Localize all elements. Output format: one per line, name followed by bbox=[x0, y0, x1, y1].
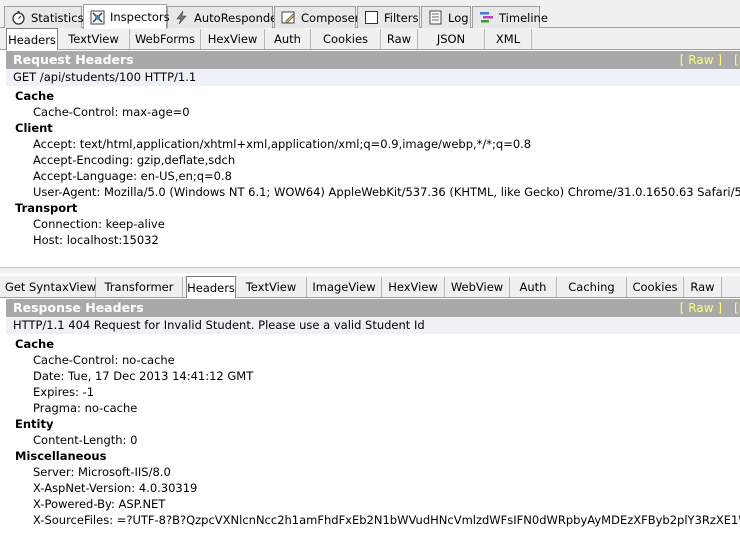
tab-statistics[interactable]: Statistics bbox=[4, 6, 84, 28]
tab-timeline-label: Timeline bbox=[499, 10, 548, 25]
request-inspector-tabs: Headers TextView WebForms HexView Auth C… bbox=[0, 28, 740, 50]
tab-log[interactable]: Log bbox=[421, 6, 471, 28]
response-tab-textview[interactable]: TextView bbox=[236, 277, 307, 297]
header-group[interactable]: Cache bbox=[6, 88, 740, 104]
response-tab-hexview[interactable]: HexView bbox=[382, 277, 445, 297]
response-header-definitions-link[interactable]: [H bbox=[734, 299, 740, 317]
request-tab-json[interactable]: JSON bbox=[418, 29, 485, 49]
tab-autoresponder-label: AutoResponder bbox=[194, 10, 282, 25]
header-group[interactable]: Client bbox=[6, 120, 740, 136]
header-item[interactable]: Server: Microsoft-IIS/8.0 bbox=[6, 464, 740, 480]
request-tab-webforms[interactable]: WebForms bbox=[130, 29, 201, 49]
header-group[interactable]: Cache bbox=[6, 336, 740, 352]
tab-statistics-label: Statistics bbox=[31, 10, 84, 25]
response-tab-caching[interactable]: Caching bbox=[557, 277, 627, 297]
main-tab-strip: Statistics Inspectors AutoResponder Comp… bbox=[0, 0, 740, 29]
log-icon bbox=[428, 10, 443, 25]
tab-filters[interactable]: Filters bbox=[357, 6, 420, 28]
request-tab-raw[interactable]: Raw bbox=[381, 29, 418, 49]
request-header-list: Cache Cache-Control: max-age=0 Client Ac… bbox=[6, 88, 740, 248]
header-item[interactable]: Expires: -1 bbox=[6, 384, 740, 400]
tab-composer[interactable]: Composer bbox=[274, 6, 360, 28]
header-item[interactable]: Accept: text/html,application/xhtml+xml,… bbox=[6, 136, 740, 152]
header-group[interactable]: Transport bbox=[6, 200, 740, 216]
request-headers-title: Request Headers [ Raw ] [H bbox=[6, 51, 740, 69]
request-header-definitions-link[interactable]: [H bbox=[734, 51, 740, 69]
response-raw-link[interactable]: [ Raw ] bbox=[680, 299, 722, 317]
response-headers-title: Response Headers [ Raw ] [H bbox=[6, 299, 740, 317]
tab-inspectors-label: Inspectors bbox=[110, 10, 170, 24]
response-inspector-tabs: Get SyntaxView Transformer Headers TextV… bbox=[0, 276, 740, 298]
request-tab-cookies[interactable]: Cookies bbox=[311, 29, 381, 49]
header-group[interactable]: Entity bbox=[6, 416, 740, 432]
header-item[interactable]: Pragma: no-cache bbox=[6, 400, 740, 416]
header-item[interactable]: X-SourceFiles: =?UTF-8?B?QzpcVXNlcnNcc2h… bbox=[6, 512, 740, 528]
header-item[interactable]: User-Agent: Mozilla/5.0 (Windows NT 6.1;… bbox=[6, 184, 740, 200]
header-item[interactable]: Content-Length: 0 bbox=[6, 432, 740, 448]
header-item[interactable]: Date: Tue, 17 Dec 2013 14:41:12 GMT bbox=[6, 368, 740, 384]
request-line: GET /api/students/100 HTTP/1.1 bbox=[6, 69, 740, 86]
header-item[interactable]: X-Powered-By: ASP.NET bbox=[6, 496, 740, 512]
tab-inspectors[interactable]: Inspectors bbox=[83, 4, 170, 29]
stopwatch-icon bbox=[11, 10, 26, 25]
pencil-icon bbox=[281, 10, 296, 25]
response-tab-cookies[interactable]: Cookies bbox=[627, 277, 684, 297]
request-headers-title-text: Request Headers bbox=[13, 52, 134, 67]
response-tab-transformer[interactable]: Transformer bbox=[96, 277, 183, 297]
timeline-icon bbox=[479, 10, 494, 25]
response-headers-title-text: Response Headers bbox=[13, 300, 144, 315]
response-tab-webview[interactable]: WebView bbox=[445, 277, 510, 297]
response-tab-imageview[interactable]: ImageView bbox=[307, 277, 382, 297]
request-raw-link[interactable]: [ Raw ] bbox=[680, 51, 722, 69]
pane-splitter[interactable] bbox=[0, 267, 740, 273]
tab-composer-label: Composer bbox=[301, 10, 360, 25]
request-tab-textview[interactable]: TextView bbox=[58, 29, 130, 49]
checkbox-icon bbox=[364, 10, 379, 25]
request-tab-auth[interactable]: Auth bbox=[265, 29, 311, 49]
inspector-icon bbox=[90, 10, 105, 25]
header-item[interactable]: Connection: keep-alive bbox=[6, 216, 740, 232]
header-item[interactable]: Accept-Encoding: gzip,deflate,sdch bbox=[6, 152, 740, 168]
request-tab-xml[interactable]: XML bbox=[485, 29, 532, 49]
header-item[interactable]: Host: localhost:15032 bbox=[6, 232, 740, 248]
response-status-line: HTTP/1.1 404 Request for Invalid Student… bbox=[6, 317, 740, 334]
header-item[interactable]: Accept-Language: en-US,en;q=0.8 bbox=[6, 168, 740, 184]
header-item[interactable]: Cache-Control: max-age=0 bbox=[6, 104, 740, 120]
response-tab-headers[interactable]: Headers bbox=[186, 276, 236, 298]
request-tab-hexview[interactable]: HexView bbox=[201, 29, 265, 49]
request-tab-headers[interactable]: Headers bbox=[6, 28, 58, 50]
tab-log-label: Log bbox=[448, 10, 469, 25]
tab-autoresponder[interactable]: AutoResponder bbox=[167, 6, 282, 28]
tab-timeline[interactable]: Timeline bbox=[472, 6, 548, 28]
header-group[interactable]: Miscellaneous bbox=[6, 448, 740, 464]
header-item[interactable]: Cache-Control: no-cache bbox=[6, 352, 740, 368]
lightning-icon bbox=[174, 10, 189, 25]
response-header-list: Cache Cache-Control: no-cache Date: Tue,… bbox=[6, 336, 740, 528]
tab-filters-label: Filters bbox=[384, 10, 419, 25]
response-tab-auth[interactable]: Auth bbox=[510, 277, 557, 297]
response-tab-get-syntaxview[interactable]: Get SyntaxView bbox=[5, 277, 96, 297]
response-tab-raw[interactable]: Raw bbox=[684, 277, 722, 297]
header-item[interactable]: X-AspNet-Version: 4.0.30319 bbox=[6, 480, 740, 496]
